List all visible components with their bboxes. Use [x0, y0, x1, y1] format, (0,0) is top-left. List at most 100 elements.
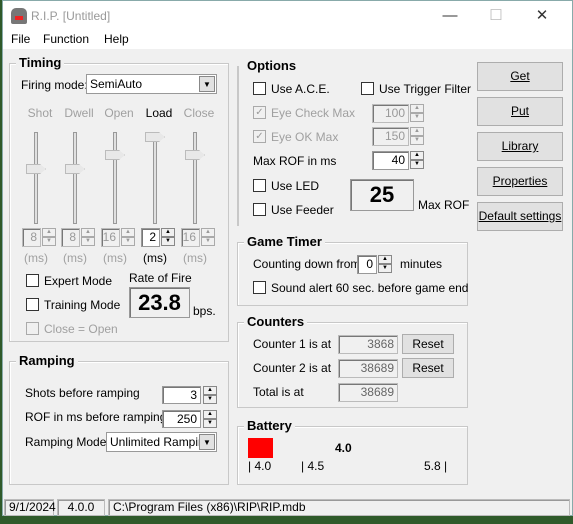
training-mode-label: Training Mode — [44, 298, 121, 312]
counters-title: Counters — [244, 314, 308, 329]
rof-unit: bps. — [193, 304, 216, 318]
eye-ok-max-checkbox[interactable]: ✓ — [253, 130, 266, 143]
close-spinner[interactable]: ▲ ▼ — [201, 228, 215, 246]
maximize-button[interactable]: ☐ — [473, 1, 519, 31]
use-feeder-label: Use Feeder — [271, 203, 334, 217]
battery-mid-label: | 4.5 — [301, 459, 325, 473]
dwell-unit: (ms) — [63, 251, 87, 265]
close-value-input[interactable]: 16 — [181, 228, 200, 247]
battery-min-label: | 4.0 — [248, 459, 272, 473]
dwell-value-input[interactable]: 8 — [61, 228, 80, 247]
close-open-checkbox[interactable] — [26, 322, 39, 335]
slider-label-load: Load — [145, 106, 173, 120]
use-trigger-filter-checkbox[interactable] — [361, 82, 374, 95]
use-feeder-checkbox[interactable] — [253, 203, 266, 216]
open-unit: (ms) — [103, 251, 127, 265]
game-timer-title: Game Timer — [244, 234, 325, 249]
eye-ok-max-label: Eye OK Max — [271, 130, 339, 144]
rof-before-ramping-input[interactable]: 250 — [162, 410, 201, 428]
options-group: Options Use A.C.E. Use Trigger Filter ✓ … — [237, 58, 471, 226]
eye-check-spinner[interactable]: ▲ ▼ — [410, 104, 424, 122]
counters-group: Counters Counter 1 is at 3868 Reset Coun… — [237, 314, 468, 408]
firing-mode-value: SemiAuto — [90, 77, 143, 91]
load-value-input[interactable]: 2 — [141, 228, 160, 247]
slider-label-close: Close — [183, 106, 215, 120]
max-rof-spinner[interactable]: ▲ ▼ — [410, 151, 424, 169]
put-button[interactable]: Put — [477, 97, 563, 126]
menu-function[interactable]: Function — [43, 32, 89, 46]
use-ace-checkbox[interactable] — [253, 82, 266, 95]
app-icon — [11, 8, 27, 24]
chevron-down-icon: ▼ — [199, 76, 215, 92]
rate-of-fire-label: Rate of Fire — [129, 271, 192, 285]
rof-spinner[interactable]: ▲ ▼ — [203, 410, 217, 428]
get-button[interactable]: Get — [477, 62, 563, 91]
chevron-down-icon: ▼ — [199, 434, 215, 450]
shots-before-ramping-input[interactable]: 3 — [162, 386, 201, 404]
close-unit: (ms) — [183, 251, 207, 265]
close-button[interactable]: ✕ — [519, 1, 565, 31]
max-rof-label: Max ROF in ms — [253, 154, 337, 168]
menu-bar: File Function Help — [3, 31, 572, 49]
counting-down-label: Counting down from — [253, 257, 361, 271]
shots-spinner[interactable]: ▲ ▼ — [203, 386, 217, 404]
minutes-input[interactable]: 0 — [357, 255, 377, 274]
status-version: 4.0.0 — [57, 499, 105, 516]
default-settings-button[interactable]: Default settings — [477, 202, 563, 231]
firing-mode-select[interactable]: SemiAuto ▼ — [86, 74, 217, 94]
reset-counter-1-button[interactable]: Reset — [402, 334, 454, 354]
slider-thumb-dwell[interactable] — [65, 164, 85, 174]
max-rof-caption: Max ROF — [418, 198, 470, 212]
dwell-spinner[interactable]: ▲ ▼ — [81, 228, 95, 246]
eye-check-max-input[interactable]: 100 — [372, 104, 409, 123]
ramping-mode-select[interactable]: Unlimited Ramping ▼ — [106, 432, 217, 452]
shot-spinner[interactable]: ▲ ▼ — [42, 228, 56, 246]
use-trigger-filter-label: Use Trigger Filter — [379, 82, 472, 96]
slider-thumb-close[interactable] — [185, 150, 205, 160]
menu-help[interactable]: Help — [104, 32, 129, 46]
load-spinner[interactable]: ▲ ▼ — [161, 228, 175, 246]
battery-max-label: 5.8 | — [424, 459, 448, 473]
slider-thumb-open[interactable] — [105, 150, 125, 160]
open-spinner[interactable]: ▲ ▼ — [121, 228, 135, 246]
slider-track-shot[interactable] — [34, 132, 38, 224]
timing-group: Timing Firing mode: SemiAuto ▼ Shot 8 ▲ ▼ … — [9, 55, 229, 342]
menu-file[interactable]: File — [11, 32, 30, 46]
slider-thumb-shot[interactable] — [26, 164, 46, 174]
slider-track-load[interactable] — [153, 132, 157, 224]
load-unit: (ms) — [143, 251, 167, 265]
library-settings-button[interactable]: Library (settings) — [477, 132, 563, 180]
training-mode-checkbox[interactable] — [26, 298, 39, 311]
use-led-label: Use LED — [271, 179, 320, 193]
sound-alert-label: Sound alert 60 sec. before game end — [271, 281, 469, 295]
use-led-checkbox[interactable] — [253, 179, 266, 192]
sound-alert-checkbox[interactable] — [253, 281, 266, 294]
total-label: Total is at — [253, 385, 304, 399]
slider-track-open[interactable] — [113, 132, 117, 224]
properties-button[interactable]: Properties — [477, 167, 563, 196]
minimize-button[interactable]: — — [427, 1, 473, 31]
reset-counter-2-button[interactable]: Reset — [402, 358, 454, 378]
battery-level-bar — [248, 438, 273, 458]
battery-group: Battery 4.0 | 4.0 | 4.5 5.8 | — [237, 418, 468, 485]
slider-track-close[interactable] — [193, 132, 197, 224]
shots-before-ramping-label: Shots before ramping — [25, 386, 140, 400]
counter-1-value: 3868 — [338, 335, 398, 354]
minutes-spinner[interactable]: ▲ ▼ — [378, 255, 392, 273]
slider-thumb-load[interactable] — [145, 132, 165, 142]
eye-check-max-checkbox[interactable]: ✓ — [253, 106, 266, 119]
eye-ok-max-input[interactable]: 150 — [372, 127, 409, 146]
expert-mode-checkbox[interactable] — [26, 274, 39, 287]
slider-track-dwell[interactable] — [73, 132, 77, 224]
max-rof-input[interactable]: 40 — [372, 151, 409, 170]
slider-label-shot: Shot — [27, 106, 53, 120]
shot-value-input[interactable]: 8 — [22, 228, 41, 247]
title-bar: R.I.P. [Untitled] — ☐ ✕ — [3, 1, 572, 31]
eye-ok-spinner[interactable]: ▲ ▼ — [410, 127, 424, 145]
ramping-mode-value: Unlimited Ramping — [110, 435, 212, 449]
counter-1-label: Counter 1 is at — [253, 337, 332, 351]
battery-title: Battery — [244, 418, 295, 433]
open-value-input[interactable]: 16 — [101, 228, 120, 247]
status-date: 9/1/2024 — [4, 499, 56, 516]
max-rof-display: 25 — [350, 179, 414, 211]
